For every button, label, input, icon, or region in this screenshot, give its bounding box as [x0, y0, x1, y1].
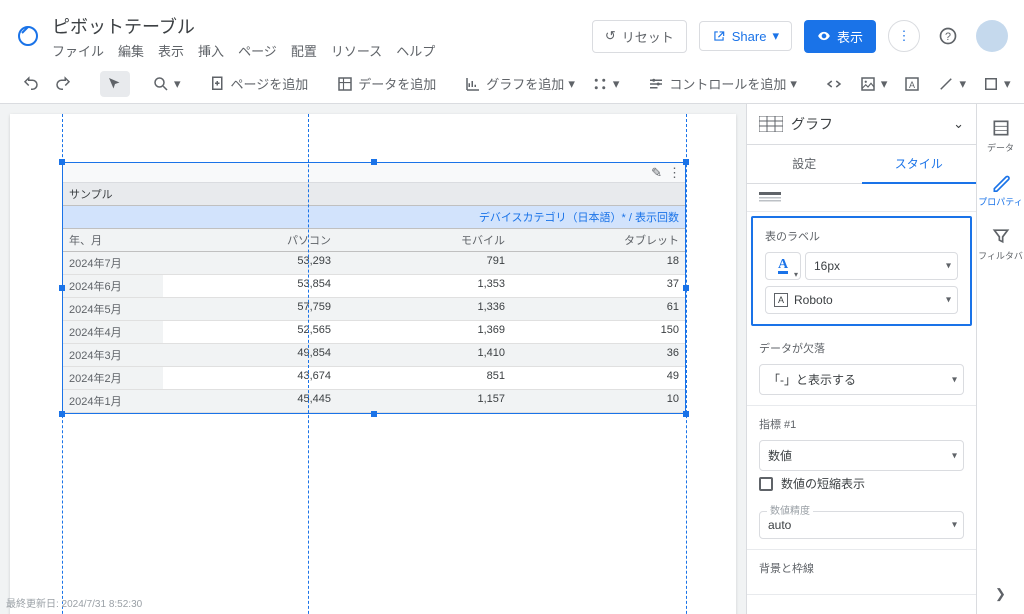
view-button[interactable]: 表示	[804, 20, 876, 53]
metric-section: 指標 #1 数値 数値の短縮表示 数値精度 auto	[747, 406, 976, 550]
font-color-picker[interactable]: A	[765, 252, 801, 280]
cell: 851	[337, 367, 511, 390]
cell: 10	[511, 390, 685, 413]
font-family-dropdown[interactable]: A Roboto	[765, 286, 958, 314]
missing-data-dropdown[interactable]: 「-」と表示する	[759, 364, 964, 395]
svg-text:A: A	[909, 79, 915, 89]
sidestrip-filters[interactable]: フィルタバ	[977, 218, 1024, 270]
expand-panel-button[interactable]: ❯	[983, 574, 1018, 614]
redo-button[interactable]	[48, 71, 78, 97]
menu-help[interactable]: ヘルプ	[396, 41, 435, 60]
cell: 45,445	[163, 390, 337, 413]
sidestrip-data[interactable]: データ	[977, 110, 1024, 162]
row-label: 2024年1月	[63, 390, 163, 413]
zoom-tool[interactable]: ▾	[146, 71, 187, 97]
cell: 1,157	[337, 390, 511, 413]
widget-more-icon[interactable]: ⋮	[668, 165, 681, 181]
cell: 61	[511, 298, 685, 321]
svg-text:?: ?	[945, 31, 951, 43]
line-button[interactable]: ▾	[931, 71, 972, 97]
menu-insert[interactable]: 挿入	[198, 41, 224, 60]
avatar[interactable]	[976, 20, 1008, 52]
row-label: 2024年5月	[63, 298, 163, 321]
cell: 53,854	[163, 275, 337, 298]
font-icon: A	[774, 293, 788, 307]
add-page-button[interactable]: ページを追加	[203, 70, 315, 97]
row-label: 2024年6月	[63, 275, 163, 298]
more-button[interactable]: ⋮	[888, 20, 920, 52]
app-logo	[16, 24, 40, 48]
menu-page[interactable]: ページ	[238, 41, 277, 60]
add-chart-button[interactable]: グラフを追加 ▾	[458, 70, 581, 97]
cell: 18	[511, 252, 685, 275]
compact-number-checkbox[interactable]: 数値の短縮表示	[759, 471, 964, 496]
add-control-button[interactable]: コントロールを追加 ▾	[641, 70, 803, 97]
pivot-title: サンプル	[63, 183, 685, 206]
menu-file[interactable]: ファイル	[52, 41, 104, 60]
sidestrip-properties[interactable]: プロパティ	[977, 164, 1024, 216]
row-label: 2024年7月	[63, 252, 163, 275]
cell: 1,410	[337, 344, 511, 367]
properties-panel: グラフ ⌄ 設定 スタイル 表のラベル A 16px A Roboto データが…	[746, 104, 976, 614]
toolbar: ▾ ページを追加 データを追加 グラフを追加 ▾ ▾ コントロールを追加 ▾ ▾…	[0, 64, 1024, 104]
cell: 1,336	[337, 298, 511, 321]
pivot-table-widget[interactable]: ✎ ⋮ サンプル デバイスカテゴリ（日本語）* / 表示回数 年、月パソコンモバ…	[62, 162, 686, 414]
missing-data-section: データが欠落 「-」と表示する	[747, 330, 976, 406]
selector-tool[interactable]	[100, 71, 130, 97]
cell: 150	[511, 321, 685, 344]
canvas[interactable]: ✎ ⋮ サンプル デバイスカテゴリ（日本語）* / 表示回数 年、月パソコンモバ…	[0, 104, 746, 614]
row-label: 2024年3月	[63, 344, 163, 367]
doc-title[interactable]: ピボットテーブル	[52, 13, 592, 39]
cell: 53,293	[163, 252, 337, 275]
pivot-super-header: デバイスカテゴリ（日本語）* / 表示回数	[63, 206, 685, 229]
cell: 36	[511, 344, 685, 367]
add-data-button[interactable]: データを追加	[330, 70, 442, 97]
table-labels-section: 表のラベル A 16px A Roboto	[751, 216, 972, 326]
image-button[interactable]: ▾	[853, 71, 894, 97]
cell: 43,674	[163, 367, 337, 390]
cell: 49	[511, 367, 685, 390]
row-label: 2024年2月	[63, 367, 163, 390]
row-label: 2024年4月	[63, 321, 163, 344]
cell: 791	[337, 252, 511, 275]
reset-button[interactable]: ↺ リセット	[592, 20, 687, 53]
menu-bar: ファイル 編集 表示 挿入 ページ 配置 リソース ヘルプ	[52, 41, 592, 60]
undo-button[interactable]	[16, 71, 46, 97]
help-icon[interactable]: ?	[932, 20, 964, 52]
font-size-dropdown[interactable]: 16px	[805, 252, 958, 280]
shape-button[interactable]: ▾	[976, 71, 1017, 97]
chevron-down-icon: ⌄	[953, 116, 964, 132]
embed-button[interactable]	[819, 71, 849, 97]
edit-icon[interactable]: ✎	[651, 165, 662, 181]
side-strip: データ プロパティ フィルタバ ❯	[976, 104, 1024, 614]
last-updated: 最終更新日: 2024/7/31 8:52:30	[6, 595, 142, 610]
cell: 57,759	[163, 298, 337, 321]
tab-settings[interactable]: 設定	[747, 145, 862, 184]
text-button[interactable]: A	[897, 71, 927, 97]
report-page[interactable]: ✎ ⋮ サンプル デバイスカテゴリ（日本語）* / 表示回数 年、月パソコンモバ…	[10, 114, 736, 614]
chart-type-selector[interactable]: グラフ ⌄	[747, 104, 976, 145]
menu-view[interactable]: 表示	[158, 41, 184, 60]
header-style-row[interactable]	[747, 184, 976, 212]
pivot-grid: 年、月パソコンモバイルタブレット2024年7月53,293791182024年6…	[63, 229, 685, 413]
cell: 1,353	[337, 275, 511, 298]
tab-style[interactable]: スタイル	[862, 145, 977, 184]
community-viz-button[interactable]: ▾	[585, 71, 626, 97]
cell: 49,854	[163, 344, 337, 367]
menu-edit[interactable]: 編集	[118, 41, 144, 60]
share-button[interactable]: Share ▾	[699, 21, 792, 51]
menu-resource[interactable]: リソース	[331, 41, 382, 60]
cell: 37	[511, 275, 685, 298]
metric-type-dropdown[interactable]: 数値	[759, 440, 964, 471]
cell: 1,369	[337, 321, 511, 344]
bg-border-section: 背景と枠線	[747, 550, 976, 595]
cell: 52,565	[163, 321, 337, 344]
menu-arrange[interactable]: 配置	[291, 41, 317, 60]
